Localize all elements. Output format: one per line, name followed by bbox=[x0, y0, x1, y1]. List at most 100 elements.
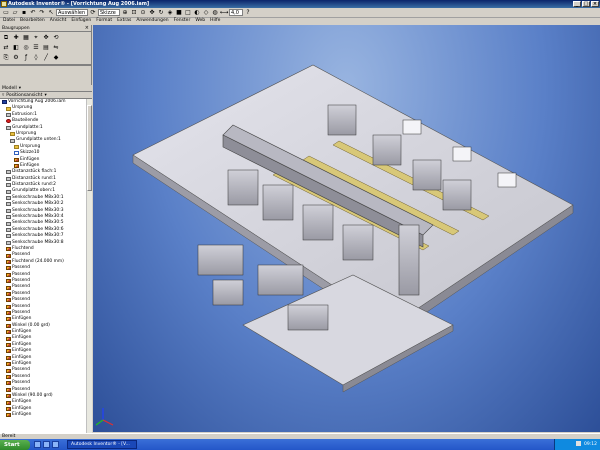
explorer-icon[interactable] bbox=[52, 441, 59, 448]
constraint-icon bbox=[6, 355, 11, 360]
update-icon[interactable]: ⟳ bbox=[89, 9, 97, 17]
tray-icon[interactable] bbox=[575, 441, 581, 446]
color-icon[interactable]: ◍ bbox=[211, 9, 219, 17]
filter-icon[interactable]: ▿ bbox=[2, 93, 4, 98]
constraint-icon bbox=[6, 291, 11, 296]
chevron-down-icon[interactable]: ▾ bbox=[19, 86, 21, 91]
panel-close-icon[interactable]: × bbox=[85, 25, 89, 31]
look-at-icon[interactable]: ◈ bbox=[166, 9, 174, 17]
window-title-bar[interactable]: Autodesk Inventor® - [Vorrichtung Aug 20… bbox=[0, 0, 600, 8]
parameter-icon[interactable]: ƒ bbox=[22, 54, 30, 62]
minimize-button[interactable]: _ bbox=[573, 1, 581, 7]
constraint-icon bbox=[6, 253, 11, 258]
bom-icon[interactable]: ☰ bbox=[32, 44, 40, 52]
part-icon bbox=[6, 170, 11, 175]
constraint-tool-icon[interactable]: ⌖ bbox=[32, 34, 40, 42]
menu-einfuegen[interactable]: Einfügen bbox=[70, 18, 92, 24]
taskbar-item-inventor[interactable]: Autodesk Inventor® - [V... bbox=[67, 440, 137, 449]
browser-header[interactable]: Modell ▾ bbox=[0, 85, 92, 92]
graphics-viewport[interactable] bbox=[93, 25, 600, 432]
create-component-icon[interactable]: ✚ bbox=[12, 34, 20, 42]
zoom-all-icon[interactable]: ⊕ bbox=[121, 9, 129, 17]
part-icon bbox=[6, 208, 11, 213]
menu-fenster[interactable]: Fenster bbox=[173, 18, 192, 24]
perspective-icon[interactable]: ◇ bbox=[202, 9, 210, 17]
constraint-icon bbox=[6, 362, 11, 367]
assembly-tools-grid: ⧉ ✚ ▦ ⌖ ✥ ⟲ ⇄ ◧ ◎ ☰ ▤ ⇋ ⎘ ⚙ ƒ ◊ ╱ ◆ bbox=[0, 32, 91, 64]
measure-icon[interactable]: ⟷ bbox=[220, 9, 229, 17]
left-panel: Baugruppen × ⧉ ✚ ▦ ⌖ ✥ ⟲ ⇄ ◧ ◎ ☰ ▤ ⇋ ⎘ ⚙… bbox=[0, 25, 92, 433]
constraint-icon bbox=[6, 374, 11, 379]
constraint-icon bbox=[6, 279, 11, 284]
desktop-icon[interactable] bbox=[34, 441, 41, 448]
assembly-panel-bar: Baugruppen × ⧉ ✚ ▦ ⌖ ✥ ⟲ ⇄ ◧ ◎ ☰ ▤ ⇋ ⎘ ⚙… bbox=[0, 25, 91, 66]
chevron-down-icon[interactable]: ▾ bbox=[44, 93, 46, 98]
hidden-edge-icon[interactable]: □ bbox=[184, 9, 192, 17]
open-file-icon[interactable]: ▱ bbox=[11, 9, 19, 17]
zoom-window-icon[interactable]: ⊡ bbox=[130, 9, 138, 17]
constraint-icon bbox=[6, 381, 11, 386]
menu-ansicht[interactable]: Ansicht bbox=[49, 18, 68, 24]
constraint-icon bbox=[6, 349, 11, 354]
quick-launch bbox=[32, 441, 59, 448]
standard-toolbar: ▭ ▱ ▪ ↶ ↷ ↖ Auswählen ⟳ Skizze ⊕ ⊡ ⊙ ✥ ↻… bbox=[0, 8, 600, 18]
part-icon bbox=[10, 138, 15, 143]
close-button[interactable]: × bbox=[591, 1, 599, 7]
constraint-icon bbox=[6, 317, 11, 322]
view-selector[interactable]: Positionsansicht bbox=[6, 93, 42, 98]
zoom-level-combo[interactable]: 4,0 bbox=[229, 9, 243, 16]
folder-icon bbox=[14, 144, 19, 149]
pattern-icon[interactable]: ▦ bbox=[22, 34, 30, 42]
select-icon[interactable]: ↖ bbox=[47, 9, 55, 17]
work-axis-icon[interactable]: ╱ bbox=[42, 54, 50, 62]
maximize-button[interactable]: □ bbox=[582, 1, 590, 7]
constraint-icon bbox=[6, 387, 11, 392]
coordinate-triad bbox=[95, 408, 114, 426]
section-icon[interactable]: ◧ bbox=[12, 44, 20, 52]
part-icon bbox=[6, 221, 11, 226]
end-of-part-icon bbox=[6, 119, 11, 124]
work-plane-icon[interactable]: ◊ bbox=[32, 54, 40, 62]
menu-extras[interactable]: Extras bbox=[116, 18, 132, 24]
pan-icon[interactable]: ✥ bbox=[148, 9, 156, 17]
new-file-icon[interactable]: ▭ bbox=[2, 9, 10, 17]
window-title: Autodesk Inventor® - [Vorrichtung Aug 20… bbox=[8, 1, 150, 7]
mirror-icon[interactable]: ⇋ bbox=[52, 44, 60, 52]
shaded-display-icon[interactable]: ■ bbox=[175, 9, 183, 17]
analyze-icon[interactable]: ◎ bbox=[22, 44, 30, 52]
assembly-3d-model[interactable] bbox=[93, 25, 600, 432]
menu-bearbeiten[interactable]: Bearbeiten bbox=[19, 18, 46, 24]
copy-component-icon[interactable]: ⎘ bbox=[2, 54, 10, 62]
help-icon[interactable]: ? bbox=[244, 9, 252, 17]
menu-hilfe[interactable]: Hilfe bbox=[209, 18, 221, 24]
sketch-combo[interactable]: Skizze bbox=[98, 9, 120, 16]
menu-anwendungen[interactable]: Anwendungen bbox=[135, 18, 169, 24]
shadow-icon[interactable]: ◐ bbox=[193, 9, 201, 17]
menu-web[interactable]: Web bbox=[194, 18, 206, 24]
create-view-icon[interactable]: ▤ bbox=[42, 44, 50, 52]
start-button[interactable]: Start bbox=[0, 439, 30, 450]
constraint-icon bbox=[6, 406, 11, 411]
part-icon bbox=[6, 215, 11, 220]
weld-icon[interactable]: ⚙ bbox=[12, 54, 20, 62]
menu-datei[interactable]: Datei bbox=[2, 18, 16, 24]
rotate-component-icon[interactable]: ⟲ bbox=[52, 34, 60, 42]
redo-icon[interactable]: ↷ bbox=[38, 9, 46, 17]
browser-scrollbar[interactable] bbox=[86, 99, 92, 433]
browser-icon[interactable] bbox=[43, 441, 50, 448]
menu-format[interactable]: Format bbox=[95, 18, 113, 24]
move-component-icon[interactable]: ✥ bbox=[42, 34, 50, 42]
select-mode-combo[interactable]: Auswählen bbox=[56, 9, 88, 16]
zoom-icon[interactable]: ⊙ bbox=[139, 9, 147, 17]
work-point-icon[interactable]: ◆ bbox=[52, 54, 60, 62]
replace-icon[interactable]: ⇄ bbox=[2, 44, 10, 52]
save-icon[interactable]: ▪ bbox=[20, 9, 28, 17]
part-icon bbox=[6, 196, 11, 201]
constraint-icon bbox=[6, 323, 11, 328]
rotate-icon[interactable]: ↻ bbox=[157, 9, 165, 17]
place-component-icon[interactable]: ⧉ bbox=[2, 34, 10, 42]
scrollbar-thumb[interactable] bbox=[87, 105, 92, 191]
panel-header[interactable]: Baugruppen × bbox=[0, 25, 91, 32]
tree-item[interactable]: Einfügen bbox=[0, 412, 86, 418]
undo-icon[interactable]: ↶ bbox=[29, 9, 37, 17]
